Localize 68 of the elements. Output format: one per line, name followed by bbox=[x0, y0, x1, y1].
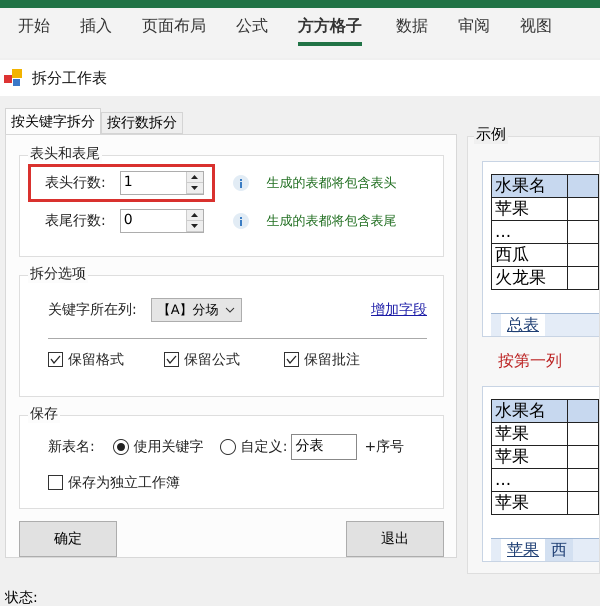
ribbon-tab[interactable]: 视图 bbox=[520, 16, 552, 46]
suffix-label: +序号 bbox=[364, 438, 404, 456]
checkbox[interactable] bbox=[164, 352, 179, 368]
checkbox-label: 保存为独立工作簿 bbox=[68, 474, 180, 492]
sheet-tab[interactable]: 西 bbox=[545, 539, 573, 561]
group-title: 示例 bbox=[474, 125, 508, 144]
checkbox[interactable] bbox=[48, 352, 63, 368]
field-label: 表尾行数: bbox=[45, 212, 106, 230]
table-cell: ... bbox=[491, 469, 568, 492]
table-cell: 苹果 bbox=[491, 446, 568, 469]
ok-button[interactable]: 确定 bbox=[19, 521, 117, 557]
sheet-tab[interactable]: 苹果 bbox=[501, 539, 545, 561]
ribbon-tab[interactable]: 数据 bbox=[396, 16, 428, 46]
column-dropdown[interactable]: 【A】分场 bbox=[150, 298, 242, 322]
ribbon-tab[interactable]: 审阅 bbox=[458, 16, 490, 46]
ribbon-tab[interactable]: 页面布局 bbox=[142, 16, 206, 46]
table-cell: 苹果 bbox=[491, 198, 568, 221]
tab[interactable]: 按行数拆分 bbox=[101, 112, 183, 134]
checkbox-label: 保留批注 bbox=[304, 350, 360, 369]
ribbon-tab[interactable]: 插入 bbox=[80, 16, 112, 46]
sheet-tab[interactable]: 总表 bbox=[501, 314, 545, 336]
spin-up-button[interactable] bbox=[186, 172, 203, 183]
field-label: 关键字所在列: bbox=[48, 300, 137, 319]
group-title: 保存 bbox=[28, 404, 60, 423]
spin-down-button[interactable] bbox=[186, 221, 203, 232]
hint-text: 生成的表都将包含表头 bbox=[266, 175, 397, 192]
ribbon-tab[interactable]: 开始 bbox=[18, 16, 50, 46]
info-icon bbox=[232, 175, 249, 191]
up-arrow-icon bbox=[191, 213, 198, 217]
field-label: 表头行数: bbox=[45, 174, 106, 192]
table-cell: 苹果 bbox=[491, 423, 568, 446]
checkbox-label: 保留格式 bbox=[68, 350, 124, 369]
table-cell: 西瓜 bbox=[491, 244, 568, 267]
number-field[interactable]: 0 bbox=[120, 209, 204, 233]
hint-text: 生成的表都将包含表尾 bbox=[266, 213, 397, 230]
number-field[interactable]: 1 bbox=[120, 171, 204, 195]
down-arrow-icon bbox=[191, 186, 198, 190]
radio-button[interactable] bbox=[220, 438, 236, 455]
status-label: 状态: bbox=[5, 590, 39, 606]
table-cell: 水果名 bbox=[491, 175, 568, 198]
spin-down-button[interactable] bbox=[186, 183, 203, 194]
window-title: 拆分工作表 bbox=[32, 68, 107, 88]
spin-up-button[interactable] bbox=[186, 210, 203, 221]
example-caption: 按第一列 bbox=[498, 351, 563, 372]
table-cell: 苹果 bbox=[491, 492, 568, 515]
table-cell: ... bbox=[491, 221, 568, 244]
table-cell: 火龙果 bbox=[491, 267, 568, 290]
field-label: 新表名: bbox=[48, 438, 95, 456]
radio-button[interactable] bbox=[112, 438, 129, 455]
tab[interactable]: 按关键字拆分 bbox=[5, 108, 101, 134]
caret-icon bbox=[224, 306, 235, 313]
info-icon bbox=[232, 213, 249, 229]
checkbox-label: 保留公式 bbox=[184, 350, 240, 369]
ribbon-tab[interactable]: 公式 bbox=[236, 16, 268, 46]
app-icon bbox=[4, 69, 24, 87]
up-arrow-icon bbox=[191, 175, 198, 179]
ribbon-tab[interactable]: 方方格子 bbox=[298, 16, 362, 46]
checkbox[interactable] bbox=[284, 352, 299, 368]
exit-button[interactable]: 退出 bbox=[346, 521, 444, 557]
down-arrow-icon bbox=[191, 224, 198, 228]
add-field-link[interactable]: 增加字段 bbox=[371, 300, 427, 319]
group-title: 拆分选项 bbox=[28, 264, 88, 283]
group-title: 表头和表尾 bbox=[28, 145, 102, 163]
table-cell: 水果名 bbox=[491, 400, 568, 423]
name-field[interactable]: 分表 bbox=[291, 434, 358, 460]
radio-label: 使用关键字 bbox=[134, 438, 204, 456]
radio-label: 自定义: bbox=[240, 438, 288, 456]
checkbox[interactable] bbox=[48, 475, 63, 490]
